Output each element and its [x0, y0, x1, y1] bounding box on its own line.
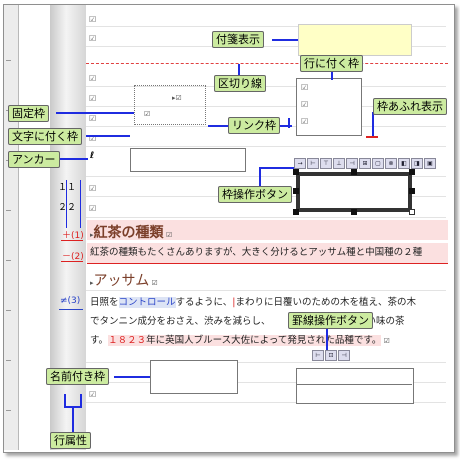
resize-handle[interactable]: [351, 169, 357, 175]
arrow: [272, 39, 298, 41]
line-mark-icon: ☑: [144, 110, 151, 118]
label-frame-overflow: 枠あふれ表示: [373, 98, 447, 115]
frame-right-button[interactable]: ⊣: [346, 158, 358, 169]
line-mark-icon: ☑: [89, 390, 97, 399]
resize-handle[interactable]: [409, 209, 415, 215]
label-ruled-ops-button: 罫線操作ボタン: [288, 312, 373, 329]
arrow: [326, 328, 328, 350]
heading-tea-types: ▸紅茶の種類 ☑: [90, 225, 173, 241]
ruled-left-button[interactable]: ⊢: [312, 350, 324, 361]
arrow: [288, 118, 290, 128]
text-line: [86, 217, 446, 218]
label-frame-ops-button: 枠操作ボタン: [218, 186, 292, 203]
label-row-frame: 行に付く枠: [300, 55, 363, 72]
mark-underline: [61, 261, 83, 262]
anchor-icon[interactable]: ℓ: [90, 151, 94, 161]
line-mark-icon: ☑: [89, 74, 97, 83]
line-mark-icon: ☑: [301, 117, 309, 126]
frame-left-button[interactable]: ⊢: [307, 158, 319, 169]
arrow: [56, 112, 134, 114]
ruler-tick: [6, 260, 11, 261]
body-line-4: す。１８２３年に英国人ブルース大佐によって発見された品種です。 ☑: [90, 335, 390, 346]
text-line: [86, 290, 446, 291]
text-line: [86, 146, 446, 147]
heading-assam: ▸アッサム ☑: [90, 273, 158, 289]
body-line-1: 紅茶の種類もたくさんありますが、大きく分けるとアッサム種と中国種の２種: [90, 247, 423, 258]
arrow: [372, 112, 374, 136]
line-number: １１: [58, 183, 77, 193]
frame-down-button[interactable]: ⊥: [333, 158, 345, 169]
ruled-ops-toolbar: ⊢ ⊡ ⊣: [312, 350, 350, 361]
frame-up-button[interactable]: ⊤: [320, 158, 332, 169]
label-anchor: アンカー: [8, 151, 60, 168]
resize-handle[interactable]: [293, 209, 299, 215]
arrow: [259, 167, 294, 169]
resize-handle[interactable]: [351, 209, 357, 215]
line-mark-icon: ☑: [89, 114, 97, 123]
separator-underline: [87, 263, 448, 264]
label-char-frame: 文字に付く枠: [8, 128, 82, 145]
resize-handle[interactable]: [293, 169, 299, 175]
resize-handle[interactable]: [409, 188, 415, 194]
label-link-frame: リンク枠: [228, 117, 280, 134]
ruler-tick: [6, 210, 11, 211]
frame-move-button[interactable]: →: [294, 158, 306, 169]
label-named-frame: 名前付き枠: [46, 368, 109, 385]
resize-handle[interactable]: [293, 188, 299, 194]
frame-copy-button[interactable]: ◧: [398, 158, 410, 169]
frame-delete-button[interactable]: ▣: [424, 158, 436, 169]
char-frame[interactable]: [130, 148, 246, 172]
fixed-frame[interactable]: [134, 85, 206, 125]
frame-link-button[interactable]: ⊗: [385, 158, 397, 169]
selected-frame[interactable]: [296, 172, 412, 212]
arrow: [114, 376, 150, 378]
text-line: [86, 362, 446, 363]
ruler-tick: [6, 310, 11, 311]
line-mark-icon: ☑: [89, 15, 97, 24]
ruled-table[interactable]: [296, 368, 414, 404]
arrow: [208, 125, 228, 127]
arrow: [56, 158, 88, 160]
label-line-attr: 行属性: [50, 432, 91, 449]
line-mark-icon: ☑: [301, 83, 309, 92]
ruled-right-button[interactable]: ⊣: [338, 350, 350, 361]
label-sticky-note: 付箋表示: [212, 31, 264, 48]
frame-ops-toolbar: → ⊢ ⊤ ⊥ ⊣ ⊞ ▢ ⊗ ◧ ◨ ▣: [294, 158, 436, 169]
frame-fit-button[interactable]: ▢: [372, 158, 384, 169]
arrow: [259, 168, 261, 187]
line-number: ２２: [58, 203, 77, 213]
ruled-row-divider: [296, 384, 412, 385]
line-mark-icon: ☑: [301, 100, 309, 109]
vertical-ruler[interactable]: [4, 5, 19, 450]
separator-line: [86, 63, 448, 64]
ruler-tick: [6, 410, 11, 411]
line-mark-icon: ☑: [89, 94, 97, 103]
line-mark-icon: ☑: [89, 34, 97, 43]
sticky-note[interactable]: [298, 24, 412, 56]
frame-expand-button[interactable]: ⊞: [359, 158, 371, 169]
resize-handle[interactable]: [409, 169, 415, 175]
ruler-tick: [6, 360, 11, 361]
named-frame[interactable]: [150, 360, 238, 394]
line-mark-icon: ☑: [89, 184, 97, 193]
frame-paste-button[interactable]: ◨: [411, 158, 423, 169]
gutter-bracket: [66, 180, 67, 228]
mark-underline: [59, 309, 83, 310]
mark-underline: [61, 240, 83, 241]
line-mark[interactable]: ≠(3): [60, 296, 80, 306]
ruler-tick: [6, 60, 11, 61]
body-line-2: 日照をコントロールするように、|まわりに日覆いのための木を植え、茶の木: [90, 297, 416, 308]
gutter-bracket: [80, 180, 81, 228]
label-separator-line: 区切り線: [214, 75, 266, 92]
arrow: [86, 135, 130, 137]
ruled-center-button[interactable]: ⊡: [325, 350, 337, 361]
overflow-mark: [366, 136, 378, 138]
label-fixed-frame: 固定枠: [8, 105, 49, 122]
frame-anchor-icon: ▸☑: [172, 94, 182, 102]
line-mark-icon: ☑: [89, 204, 97, 213]
arrow: [72, 408, 74, 432]
